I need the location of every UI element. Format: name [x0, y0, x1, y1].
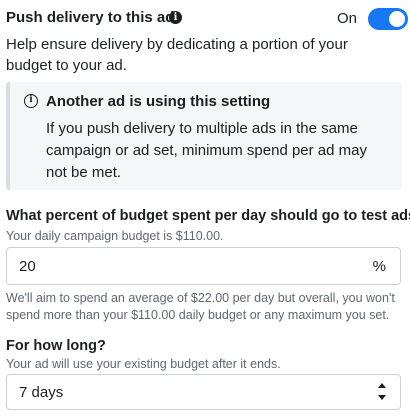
budget-percent-field: % [6, 247, 401, 285]
up-down-chevron-icon [378, 382, 388, 402]
toggle-label: On [337, 10, 358, 27]
duration-subtext: Your ad will use your existing budget af… [6, 357, 281, 371]
info-outline-icon: i [24, 94, 38, 108]
push-delivery-description: Help ensure delivery by dedicating a por… [6, 36, 348, 74]
duration-question: For how long? [6, 338, 106, 354]
toggle-knob [389, 11, 405, 27]
push-delivery-title: Push delivery to this ad [6, 9, 175, 26]
budget-percent-subtext: Your daily campaign budget is $110.00. [6, 229, 224, 243]
notice-box: i Another ad is using this setting If yo… [6, 82, 402, 190]
notice-title: Another ad is using this setting [46, 93, 271, 110]
percent-suffix: % [372, 258, 386, 275]
duration-select[interactable]: 7 days [6, 374, 401, 410]
notice-body: If you push delivery to multiple ads in … [46, 120, 367, 181]
push-delivery-toggle[interactable] [368, 8, 408, 30]
info-icon[interactable]: i [169, 11, 182, 24]
budget-percent-question: What percent of budget spent per day sho… [6, 208, 410, 224]
budget-percent-help: We'll aim to spend an average of $22.00 … [6, 291, 395, 322]
duration-selected-value: 7 days [19, 384, 64, 401]
push-delivery-header: Push delivery to this ad i On [6, 8, 408, 30]
budget-percent-input[interactable] [19, 256, 359, 276]
